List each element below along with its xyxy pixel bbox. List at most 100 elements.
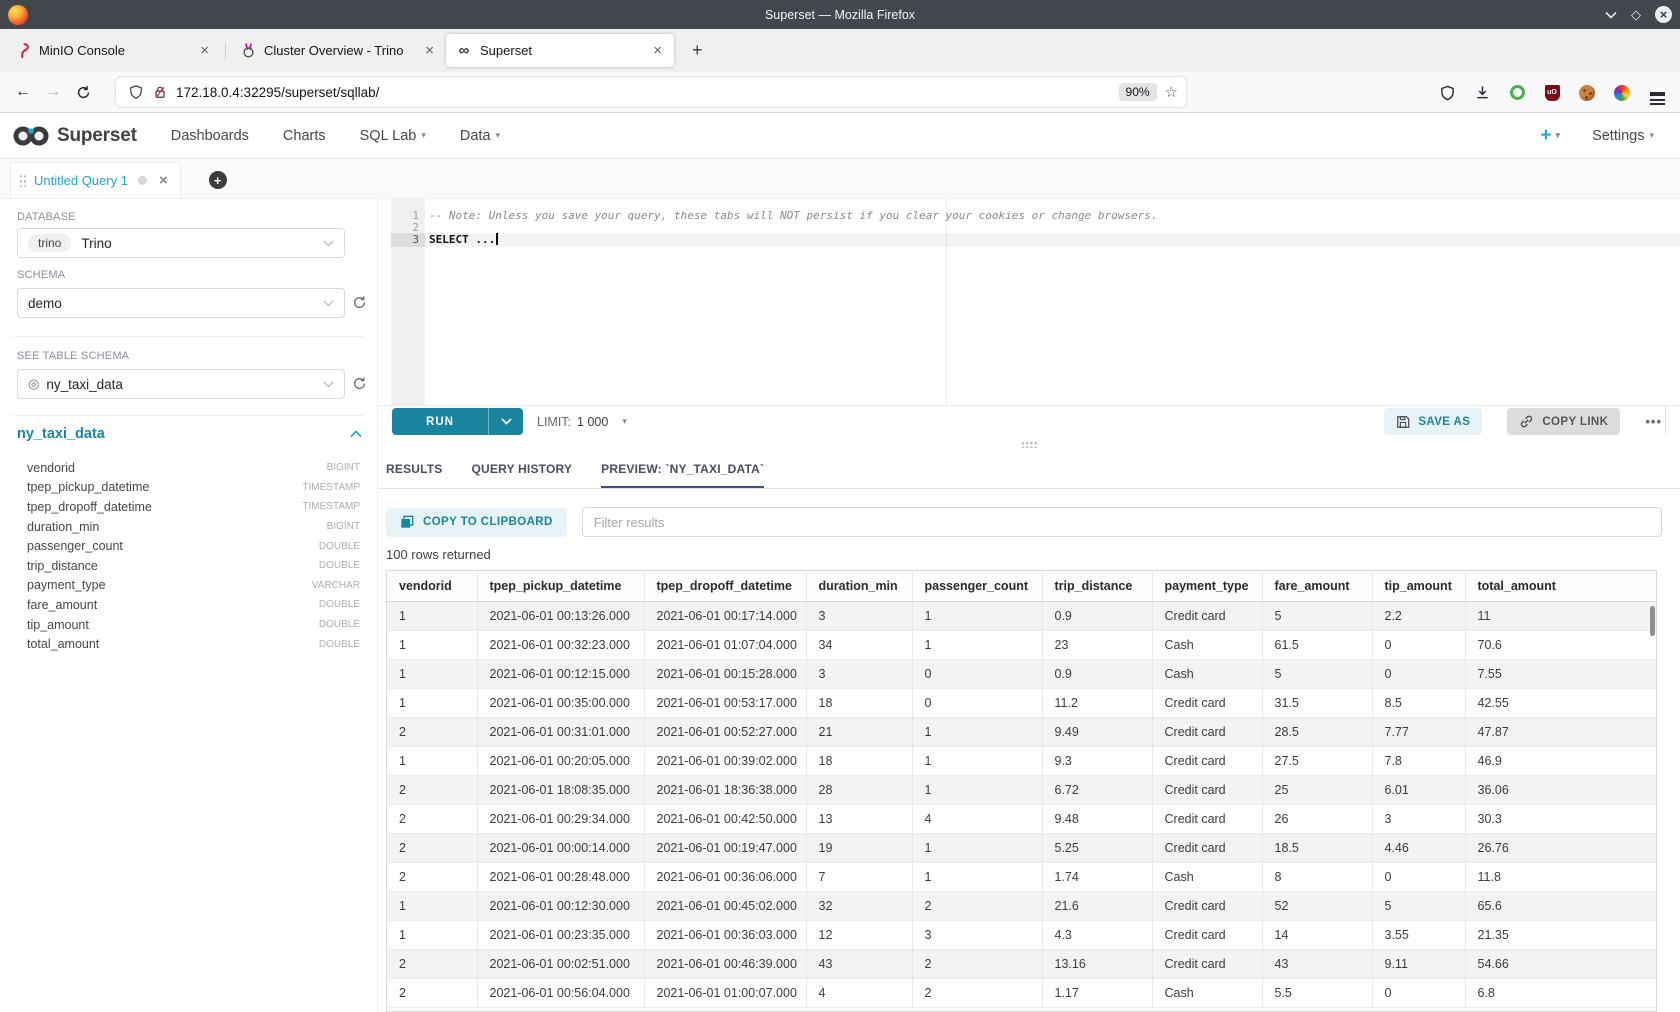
column-header[interactable]: fare_amount <box>1262 571 1372 601</box>
column-header[interactable]: tip_amount <box>1372 571 1465 601</box>
bookmark-star-icon[interactable]: ☆ <box>1165 83 1178 101</box>
column-type: BIGINT <box>327 462 360 473</box>
add-query-tab-button[interactable]: + <box>209 171 227 189</box>
zoom-level-badge[interactable]: 90% <box>1119 83 1157 101</box>
schema-column-row: duration_minBIGINT <box>27 517 360 537</box>
drag-handle-icon[interactable] <box>19 174 26 187</box>
tab-query-history[interactable]: QUERY HISTORY <box>472 452 573 488</box>
database-select[interactable]: trino Trino <box>17 228 345 258</box>
refresh-schema-icon[interactable] <box>352 295 367 310</box>
table-cell: 34 <box>806 630 912 659</box>
table-cell: 0.9 <box>1042 659 1152 688</box>
tab-label: Cluster Overview - Trino <box>264 43 423 58</box>
add-new-button[interactable]: +▾ <box>1540 125 1560 147</box>
extension-icons: uO <box>1438 72 1666 113</box>
protection-shield-icon[interactable] <box>1438 84 1456 102</box>
tab-close-icon[interactable]: × <box>198 42 211 59</box>
text-cursor <box>496 233 498 245</box>
close-icon[interactable]: × <box>1655 6 1672 23</box>
table-cell: 1 <box>912 601 1042 630</box>
copy-icon <box>400 515 414 529</box>
table-cell: Credit card <box>1152 601 1262 630</box>
table-cell: Credit card <box>1152 804 1262 833</box>
table-cell: 1 <box>912 833 1042 862</box>
table-row: 22021-06-01 00:00:14.0002021-06-01 00:19… <box>387 833 1656 862</box>
menu-hamburger-icon[interactable] <box>1648 84 1666 102</box>
extension-green-icon[interactable] <box>1508 84 1526 102</box>
cookie-icon[interactable] <box>1578 84 1596 102</box>
nav-dashboards[interactable]: Dashboards <box>171 128 249 144</box>
settings-menu[interactable]: Settings▾ <box>1592 128 1654 144</box>
tab-close-icon[interactable]: × <box>651 42 664 59</box>
ublock-origin-icon[interactable]: uO <box>1543 84 1561 102</box>
column-header[interactable]: duration_min <box>806 571 912 601</box>
column-name: tpep_pickup_datetime <box>27 480 302 494</box>
table-cell: 8 <box>1262 862 1372 891</box>
schema-select[interactable]: demo <box>17 288 345 318</box>
table-cell: 8.5 <box>1372 688 1465 717</box>
sql-editor[interactable]: 1 2 3 -- Note: Unless you save your quer… <box>378 199 1680 405</box>
column-header[interactable]: tpep_pickup_datetime <box>477 571 644 601</box>
save-as-button[interactable]: SAVE AS <box>1384 408 1482 435</box>
table-cell: 36.06 <box>1465 775 1656 804</box>
table-cell: 3.55 <box>1372 920 1465 949</box>
minimize-icon[interactable] <box>1605 11 1617 19</box>
superset-infinity-icon: ∞ <box>456 43 472 59</box>
new-tab-button[interactable]: + <box>686 40 709 61</box>
column-header[interactable]: payment_type <box>1152 571 1262 601</box>
run-options-chevron-icon[interactable] <box>488 408 523 435</box>
tab-results[interactable]: RESULTS <box>386 452 443 488</box>
query-tab[interactable]: Untitled Query 1 × <box>10 162 181 198</box>
table-cell: 4.46 <box>1372 833 1465 862</box>
column-header[interactable]: passenger_count <box>912 571 1042 601</box>
query-tab-close-icon[interactable]: × <box>159 172 168 189</box>
forward-button[interactable]: → <box>38 83 68 101</box>
download-icon[interactable] <box>1473 84 1491 102</box>
tab-close-icon[interactable]: × <box>423 42 436 59</box>
table-schema-title[interactable]: ny_taxi_data <box>17 426 105 442</box>
run-button[interactable]: RUN <box>392 408 523 435</box>
back-button[interactable]: ← <box>8 83 38 101</box>
nav-data[interactable]: Data▾ <box>460 128 500 144</box>
pane-splitter[interactable] <box>378 437 1680 452</box>
table-cell: 0 <box>912 688 1042 717</box>
nav-charts[interactable]: Charts <box>283 128 326 144</box>
table-cell: Cash <box>1152 978 1262 1007</box>
table-select[interactable]: ◎ ny_taxi_data <box>17 369 345 399</box>
reload-button[interactable] <box>68 85 98 100</box>
tab-preview-ny-taxi-data[interactable]: PREVIEW: `NY_TAXI_DATA` <box>601 452 764 488</box>
more-options-button[interactable]: ••• <box>1645 414 1662 429</box>
table-cell: 1 <box>387 746 477 775</box>
extension-pinwheel-icon[interactable] <box>1613 84 1631 102</box>
results-tab-bar: RESULTS QUERY HISTORY PREVIEW: `NY_TAXI_… <box>378 452 1680 489</box>
copy-link-button[interactable]: COPY LINK <box>1507 408 1620 435</box>
column-header[interactable]: vendorid <box>387 571 477 601</box>
copy-to-clipboard-button[interactable]: COPY TO CLIPBOARD <box>386 508 567 537</box>
browser-tab-superset[interactable]: ∞ Superset × <box>446 34 674 67</box>
column-name: total_amount <box>27 637 319 651</box>
collapse-chevron-up-icon[interactable] <box>350 430 362 438</box>
browser-tab-minio[interactable]: MinIO Console × <box>5 34 221 67</box>
address-bar[interactable]: 172.18.0.4:32295/superset/sqllab/ 90% ☆ <box>116 77 1186 107</box>
filter-results-input[interactable] <box>582 507 1662 537</box>
superset-logo[interactable]: Superset <box>12 125 137 147</box>
refresh-table-icon[interactable] <box>352 376 367 391</box>
column-header[interactable]: trip_distance <box>1042 571 1152 601</box>
nav-sql-lab[interactable]: SQL Lab▾ <box>360 128 426 144</box>
table-cell: 2021-06-01 00:45:02.000 <box>644 891 806 920</box>
table-cell: 5 <box>1262 601 1372 630</box>
table-cell: 27.5 <box>1262 746 1372 775</box>
limit-dropdown[interactable]: LIMIT:1 000 ▾ <box>537 415 627 429</box>
table-scrollbar[interactable] <box>1650 606 1655 636</box>
browser-tab-trino[interactable]: Cluster Overview - Trino × <box>230 34 446 67</box>
chevron-down-icon: ▾ <box>421 130 426 141</box>
column-header[interactable]: tpep_dropoff_datetime <box>644 571 806 601</box>
table-cell: Credit card <box>1152 833 1262 862</box>
table-cell: 25 <box>1262 775 1372 804</box>
shield-icon[interactable] <box>129 84 143 100</box>
schema-column-row: fare_amountDOUBLE <box>27 595 360 615</box>
table-cell: 6.01 <box>1372 775 1465 804</box>
insecure-lock-icon[interactable] <box>153 84 167 100</box>
column-header[interactable]: total_amount <box>1465 571 1656 601</box>
maximize-icon[interactable]: ◇ <box>1631 8 1641 21</box>
